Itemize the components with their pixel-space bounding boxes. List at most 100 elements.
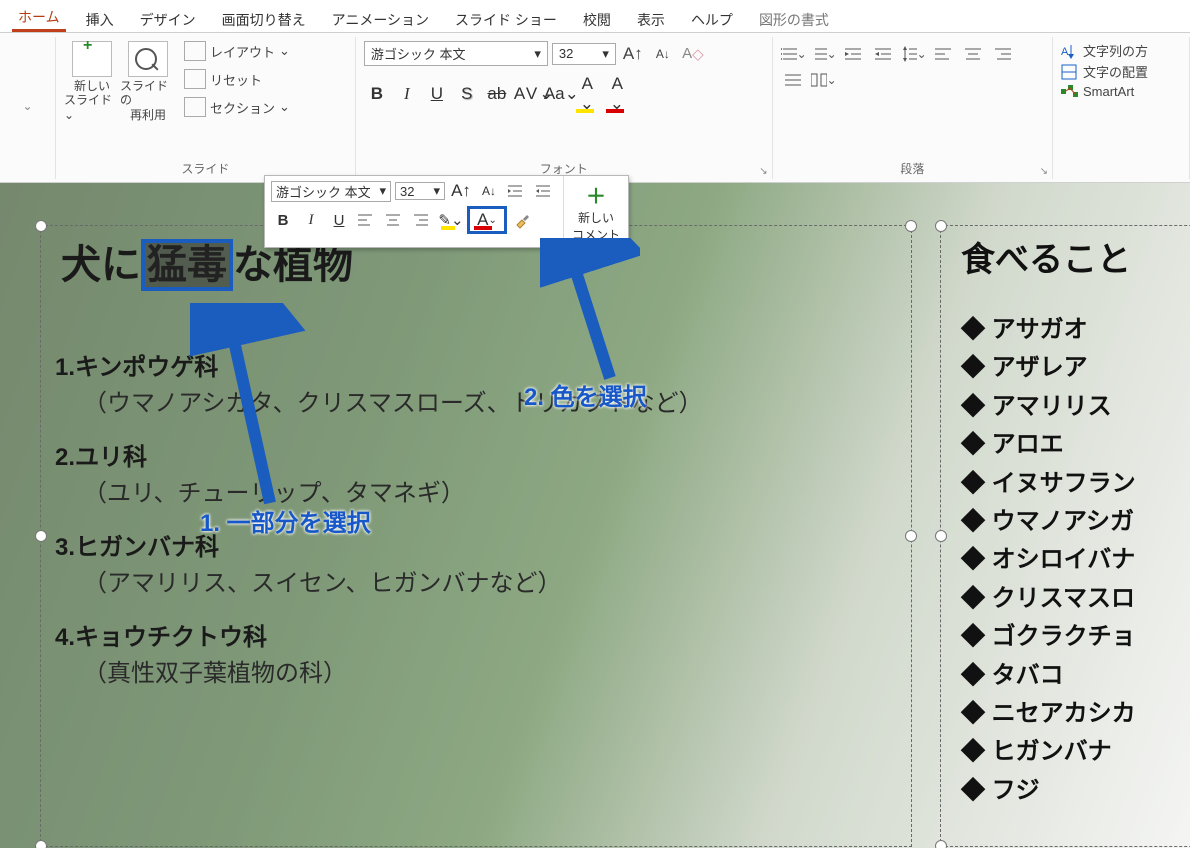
mini-new-comment[interactable]: ＋ 新しい コメント [564, 176, 628, 247]
font-dialog-launcher[interactable]: ↘ [759, 166, 767, 177]
align-left-button[interactable] [931, 43, 957, 65]
bold-button[interactable]: B [364, 84, 390, 104]
font-name-combo[interactable]: 游ゴシック 本文▾ [364, 41, 548, 66]
side-list-item: アロエ [961, 426, 1190, 464]
mini-align-left[interactable] [355, 209, 379, 231]
font-size-combo[interactable]: 32▾ [552, 43, 616, 65]
mini-increase-indent[interactable] [533, 180, 557, 202]
tab-animation[interactable]: アニメーション [326, 8, 435, 32]
mini-font-name[interactable]: 游ゴシック 本文▾ [271, 181, 391, 202]
textbox-side[interactable]: 食べること アサガオ アザレア アマリリス アロエ イヌサフラン ウマノアシガ … [940, 225, 1190, 847]
textbox-main[interactable]: 犬に猛毒な植物 1.キンポウゲ科 （ウマノアシガタ、クリスマスローズ、トリカブト… [40, 225, 912, 847]
tab-view[interactable]: 表示 [631, 8, 671, 32]
resize-handle[interactable] [905, 530, 917, 542]
resize-handle[interactable] [935, 220, 947, 232]
tab-insert[interactable]: 挿入 [80, 8, 120, 32]
clear-format-button[interactable]: A ◇ [680, 42, 706, 66]
ribbon: ⌄ 新しい スライド ⌄ スライドの 再利用 レイアウト ⌄ リセット [0, 32, 1190, 183]
resize-handle[interactable] [35, 530, 47, 542]
annotation-step1: 1. 一部分を選択 [200, 503, 371, 538]
resize-handle[interactable] [935, 530, 947, 542]
increase-indent-button[interactable] [871, 43, 897, 65]
menu-bar: ホーム 挿入 デザイン 画面切り替え アニメーション スライド ショー 校閲 表… [0, 0, 1190, 32]
font-color-button[interactable]: A ⌄ [604, 74, 630, 114]
numbering-button[interactable]: ⌄ [811, 43, 837, 65]
reset-button[interactable]: リセット [180, 67, 294, 91]
tab-review[interactable]: 校閲 [577, 8, 617, 32]
resize-handle[interactable] [35, 840, 47, 848]
list-item: 1.キンポウゲ科 [55, 350, 911, 386]
side-list-item: アマリリス [961, 388, 1190, 426]
paste-dropdown[interactable]: ⌄ [8, 99, 47, 113]
mini-italic[interactable]: I [299, 209, 323, 231]
change-case-button[interactable]: Aa⌄ [544, 84, 570, 104]
text-shadow-button[interactable]: S [454, 84, 480, 104]
line-spacing-button[interactable]: ⌄ [901, 43, 927, 65]
highlight-button[interactable]: A ⌄ [574, 74, 600, 114]
list-item-sub: （真性双子葉植物の科） [83, 656, 911, 692]
annotation-step2: 2. 色を選択 [524, 377, 647, 412]
tab-transition[interactable]: 画面切り替え [216, 8, 312, 32]
columns-button[interactable]: ⌄ [811, 69, 837, 91]
italic-button[interactable]: I [394, 84, 420, 104]
tab-home[interactable]: ホーム [12, 5, 66, 32]
group-drawing: A 文字列の方 文字の配置 SmartArt [1053, 37, 1190, 179]
kerning-button[interactable]: AV⌄ [514, 84, 540, 104]
group-slides: 新しい スライド ⌄ スライドの 再利用 レイアウト ⌄ リセット セクション … [56, 37, 356, 179]
shrink-font-button[interactable]: A↓ [650, 42, 676, 66]
align-center-button[interactable] [961, 43, 987, 65]
section-button[interactable]: セクション ⌄ [180, 95, 294, 119]
tab-shape-format[interactable]: 図形の書式 [753, 8, 835, 32]
tab-slideshow[interactable]: スライド ショー [449, 8, 563, 32]
grow-font-button[interactable]: A↑ [620, 42, 646, 66]
mini-align-right[interactable] [411, 209, 435, 231]
group-paragraph: ⌄ ⌄ ⌄ ⌄ 段落 ↘ [773, 37, 1053, 179]
slide-body[interactable]: 1.キンポウゲ科 （ウマノアシガタ、クリスマスローズ、トリカブトなど） 2.ユリ… [55, 350, 911, 692]
paragraph-dialog-launcher[interactable]: ↘ [1040, 166, 1048, 177]
reuse-slide-button[interactable]: スライドの 再利用 [120, 39, 176, 179]
list-item: 3.ヒガンバナ科 [55, 530, 911, 566]
mini-bold[interactable]: B [271, 209, 295, 231]
mini-font-size[interactable]: 32▾ [395, 182, 445, 200]
slide-canvas[interactable]: 犬に猛毒な植物 1.キンポウゲ科 （ウマノアシガタ、クリスマスローズ、トリカブト… [0, 183, 1190, 848]
resize-handle[interactable] [935, 840, 947, 848]
decrease-indent-button[interactable] [841, 43, 867, 65]
side-list-item: ヒガンバナ [961, 733, 1190, 771]
smartart-button[interactable]: SmartArt [1061, 83, 1181, 99]
mini-decrease-indent[interactable] [505, 180, 529, 202]
mini-highlight[interactable]: ✎⌄ [439, 209, 463, 231]
reset-icon [184, 69, 206, 89]
mini-align-center[interactable] [383, 209, 407, 231]
tab-design[interactable]: デザイン [134, 8, 202, 32]
mini-shrink-font[interactable]: A↓ [477, 180, 501, 202]
list-item: 2.ユリ科 [55, 440, 911, 476]
resize-handle[interactable] [35, 220, 47, 232]
group-font: 游ゴシック 本文▾ 32▾ A↑ A↓ A ◇ B I U S ab AV⌄ A… [356, 37, 773, 179]
mini-grow-font[interactable]: A↑ [449, 180, 473, 202]
eraser-icon: ◇ [692, 45, 704, 63]
text-align-icon [1061, 64, 1079, 80]
layout-button[interactable]: レイアウト ⌄ [180, 39, 294, 63]
magnifier-icon [128, 41, 168, 77]
section-icon [184, 97, 206, 117]
resize-handle[interactable] [905, 220, 917, 232]
text-align-button[interactable]: 文字の配置 [1061, 62, 1181, 81]
strikethrough-button[interactable]: ab [484, 84, 510, 104]
side-list[interactable]: アサガオ アザレア アマリリス アロエ イヌサフラン ウマノアシガ オシロイバナ… [961, 311, 1190, 810]
bullets-button[interactable]: ⌄ [781, 43, 807, 65]
new-slide-label1: 新しい [74, 79, 110, 93]
align-justify-button[interactable] [781, 69, 807, 91]
side-list-item: ゴクラクチョ [961, 618, 1190, 656]
side-list-item: タバコ [961, 657, 1190, 695]
text-direction-button[interactable]: A 文字列の方 [1061, 41, 1181, 60]
arrow-step1-icon [190, 303, 310, 513]
side-list-item: アザレア [961, 349, 1190, 387]
mini-underline[interactable]: U [327, 209, 351, 231]
align-right-button[interactable] [991, 43, 1017, 65]
underline-button[interactable]: U [424, 84, 450, 104]
side-list-item: オシロイバナ [961, 541, 1190, 579]
new-slide-button[interactable]: 新しい スライド ⌄ [64, 39, 120, 179]
mini-font-color[interactable]: A ⌄ [467, 206, 507, 234]
tab-help[interactable]: ヘルプ [685, 8, 739, 32]
mini-format-painter[interactable] [511, 209, 535, 231]
